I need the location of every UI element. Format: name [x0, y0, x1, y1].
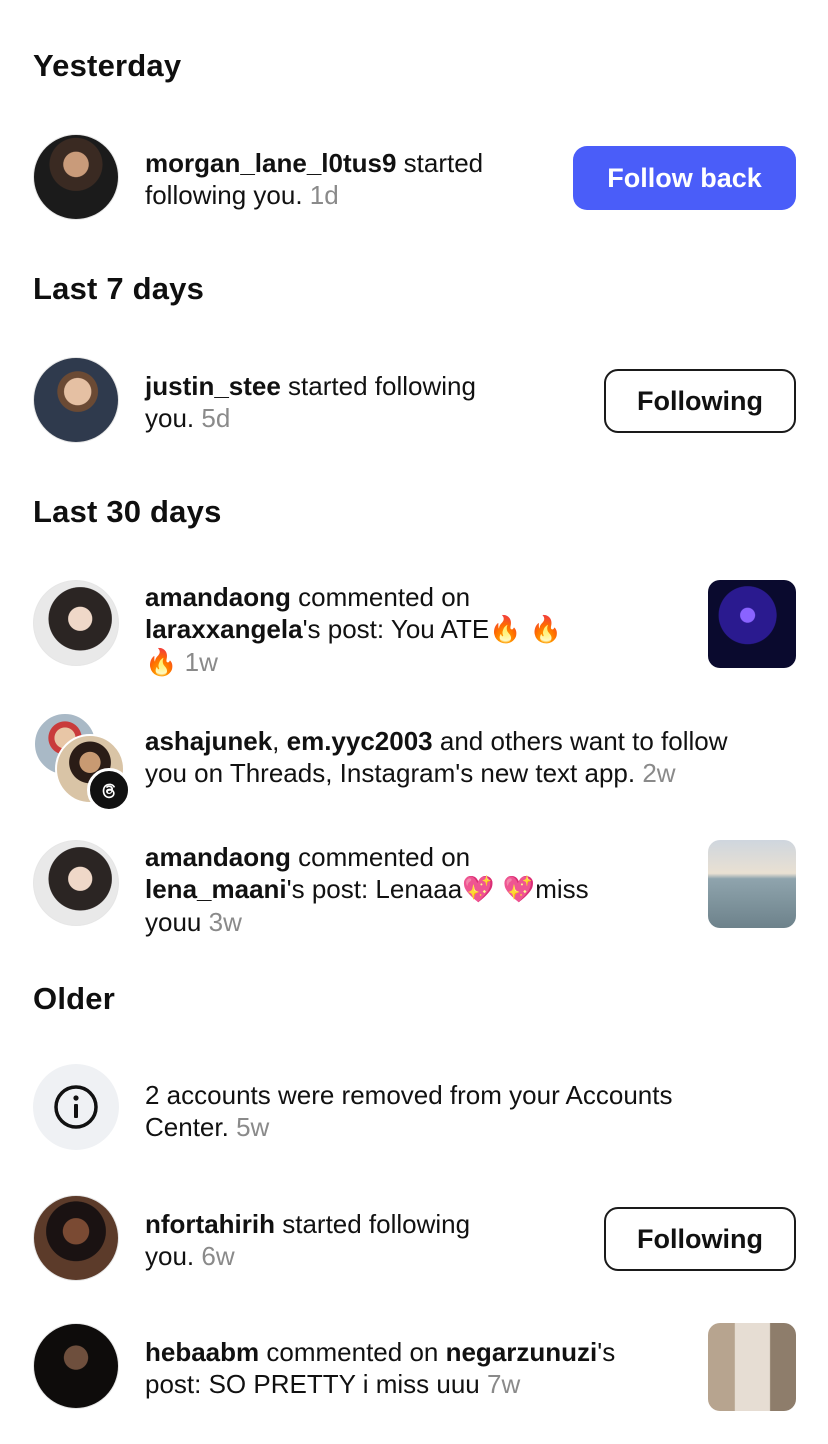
following-button[interactable]: Following — [604, 369, 796, 433]
avatar[interactable] — [33, 1323, 119, 1409]
username[interactable]: morgan_lane_l0tus9 — [145, 148, 396, 178]
username[interactable]: hebaabm — [145, 1337, 259, 1367]
notification-text: morgan_lane_l0tus9 started following you… — [145, 148, 484, 210]
notification-text: amandaong commented on lena_maani's post… — [145, 842, 589, 937]
timestamp: 5d — [201, 403, 231, 433]
notification-text: 2 accounts were removed from your Accoun… — [145, 1080, 673, 1142]
username[interactable]: ashajunek — [145, 726, 272, 756]
username[interactable]: lena_maani — [145, 874, 287, 904]
username[interactable]: laraxxangela — [145, 614, 303, 644]
username[interactable]: justin_stee — [145, 371, 281, 401]
username[interactable]: negarzunuzi — [446, 1337, 598, 1367]
avatar[interactable] — [33, 1195, 119, 1281]
avatar[interactable] — [33, 580, 119, 666]
timestamp: 2w — [642, 758, 676, 788]
username[interactable]: amandaong — [145, 842, 291, 872]
threads-icon — [87, 768, 131, 812]
timestamp: 1d — [309, 180, 339, 210]
follow-back-button[interactable]: Follow back — [573, 146, 796, 210]
section-yesterday: Yesterday — [33, 48, 182, 83]
username[interactable]: amandaong — [145, 582, 291, 612]
notification-text: nfortahirih started following you. 6w — [145, 1209, 471, 1271]
notification-text: justin_stee started following you. 5d — [145, 371, 476, 433]
avatar[interactable] — [33, 134, 119, 220]
section-last-7-days: Last 7 days — [33, 271, 205, 306]
notification-text: ashajunek, em.yyc2003 and others want to… — [145, 726, 728, 788]
stacked-avatars[interactable] — [33, 712, 131, 812]
timestamp: 3w — [208, 907, 242, 937]
notification-text: hebaabm commented on negarzunuzi's post:… — [145, 1337, 616, 1399]
avatar[interactable] — [33, 840, 119, 926]
timestamp: 1w — [184, 647, 218, 677]
info-icon — [33, 1064, 119, 1150]
timestamp: 7w — [486, 1369, 521, 1399]
post-thumbnail[interactable] — [708, 580, 796, 668]
username[interactable]: em.yyc2003 — [287, 726, 433, 756]
username[interactable]: nfortahirih — [145, 1209, 275, 1239]
notification-text: amandaong commented on laraxxangela's po… — [145, 582, 563, 678]
following-button[interactable]: Following — [604, 1207, 796, 1271]
timestamp: 6w — [201, 1241, 235, 1271]
post-thumbnail[interactable] — [708, 840, 796, 928]
section-older: Older — [33, 981, 115, 1016]
timestamp: 5w — [236, 1112, 270, 1142]
post-thumbnail[interactable] — [708, 1323, 796, 1411]
section-last-30-days: Last 30 days — [33, 494, 222, 529]
avatar[interactable] — [33, 357, 119, 443]
